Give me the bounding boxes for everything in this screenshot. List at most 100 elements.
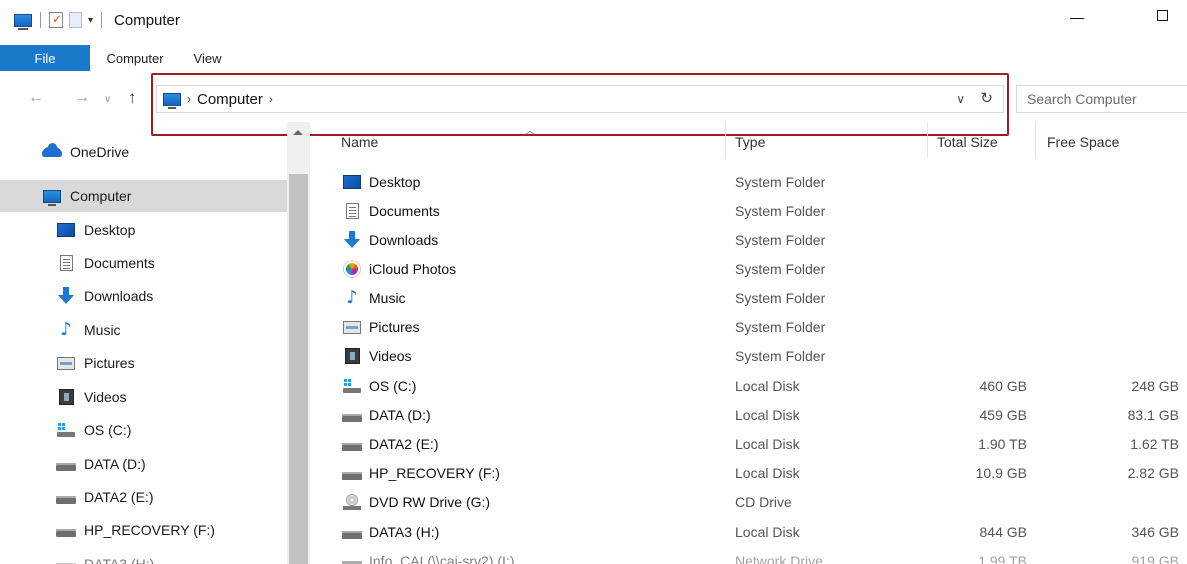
nav-item-label: Computer bbox=[70, 188, 132, 204]
nav-item-data2-e[interactable]: DATA2 (E:) bbox=[0, 481, 287, 513]
network-drive-icon bbox=[342, 552, 362, 564]
nav-item-label: Desktop bbox=[84, 222, 136, 238]
list-item[interactable]: Downloads System Folder bbox=[310, 226, 1187, 255]
list-item[interactable]: Desktop System Folder bbox=[310, 168, 1187, 197]
nav-pane-scrollbar[interactable] bbox=[287, 122, 310, 564]
column-header-total-size[interactable]: Total Size bbox=[937, 134, 998, 150]
drive-icon bbox=[342, 406, 362, 424]
search-input[interactable]: Search Computer bbox=[1016, 85, 1187, 113]
os-drive-icon bbox=[342, 377, 362, 395]
breadcrumb-chevron-icon[interactable]: › bbox=[269, 92, 273, 106]
column-divider[interactable] bbox=[1035, 122, 1036, 158]
column-divider[interactable] bbox=[927, 122, 928, 158]
drive-icon bbox=[342, 464, 362, 482]
nav-item-label: Videos bbox=[84, 389, 127, 405]
address-bar[interactable]: › Computer › ∨ ↻ bbox=[156, 85, 1004, 113]
item-free-space: 248 GB bbox=[1131, 378, 1179, 394]
breadcrumb-computer[interactable]: Computer bbox=[197, 91, 263, 108]
customize-toolbar-icon[interactable]: ▾ bbox=[88, 15, 93, 26]
quick-access-toolbar: ▾ Computer bbox=[0, 11, 180, 30]
list-item[interactable]: Documents System Folder bbox=[310, 197, 1187, 226]
list-item[interactable]: iCloud Photos System Folder bbox=[310, 255, 1187, 284]
videos-icon bbox=[56, 388, 76, 406]
desktop-icon bbox=[56, 221, 76, 239]
item-type: Local Disk bbox=[735, 465, 800, 481]
column-header-name[interactable]: Name bbox=[341, 134, 378, 150]
nav-item-videos[interactable]: Videos bbox=[0, 381, 287, 413]
window-title: Computer bbox=[114, 11, 180, 29]
list-item[interactable]: Info_CAL(\\cai-srv2) (I:) Network Drive … bbox=[310, 547, 1187, 564]
item-name: DATA2 (E:) bbox=[369, 436, 439, 452]
nav-item-desktop[interactable]: Desktop bbox=[0, 214, 287, 246]
tab-view[interactable]: View bbox=[180, 45, 235, 71]
item-type: System Folder bbox=[735, 261, 826, 277]
dvd-drive-icon bbox=[342, 493, 362, 511]
item-total-size: 459 GB bbox=[979, 407, 1027, 423]
drive-icon bbox=[56, 488, 76, 506]
list-item[interactable]: OS (C:) Local Disk 460 GB 248 GB bbox=[310, 372, 1187, 401]
nav-item-onedrive[interactable]: OneDrive bbox=[0, 136, 287, 168]
scrollbar-thumb[interactable] bbox=[289, 174, 308, 564]
list-item[interactable]: DVD RW Drive (G:) CD Drive bbox=[310, 488, 1187, 517]
item-type: Network Drive bbox=[735, 553, 823, 564]
up-arrow-icon[interactable]: ↑ bbox=[128, 89, 137, 106]
nav-item-documents[interactable]: Documents bbox=[0, 247, 287, 279]
nav-item-label: Music bbox=[84, 322, 121, 338]
list-item[interactable]: DATA (D:) Local Disk 459 GB 83.1 GB bbox=[310, 401, 1187, 430]
nav-item-os-c[interactable]: OS (C:) bbox=[0, 414, 287, 446]
list-item[interactable]: DATA2 (E:) Local Disk 1.90 TB 1.62 TB bbox=[310, 430, 1187, 459]
videos-icon bbox=[342, 347, 362, 365]
column-divider[interactable] bbox=[725, 122, 726, 158]
ribbon-tabs: File Computer View bbox=[0, 45, 1187, 71]
nav-item-label: OneDrive bbox=[70, 144, 130, 160]
item-free-space: 2.82 GB bbox=[1127, 465, 1179, 481]
item-type: System Folder bbox=[735, 319, 826, 335]
nav-item-music[interactable]: ♪ Music bbox=[0, 314, 287, 346]
item-name: iCloud Photos bbox=[369, 261, 457, 277]
item-type: Local Disk bbox=[735, 407, 800, 423]
new-folder-icon[interactable] bbox=[69, 12, 82, 28]
back-arrow-icon[interactable]: ← bbox=[28, 90, 44, 106]
list-item[interactable]: DATA3 (H:) Local Disk 844 GB 346 GB bbox=[310, 518, 1187, 547]
list-item[interactable]: HP_RECOVERY (F:) Local Disk 10.9 GB 2.82… bbox=[310, 459, 1187, 488]
music-icon: ♪ bbox=[346, 287, 358, 308]
recent-locations-chevron-icon[interactable]: ∨ bbox=[104, 92, 111, 108]
pictures-icon bbox=[56, 354, 76, 372]
scroll-up-icon[interactable] bbox=[293, 130, 303, 135]
item-type: System Folder bbox=[735, 203, 826, 219]
minimize-button[interactable] bbox=[1066, 8, 1088, 30]
item-total-size: 844 GB bbox=[979, 524, 1027, 540]
item-type: System Folder bbox=[735, 348, 826, 364]
downloads-icon bbox=[56, 286, 76, 305]
tab-file[interactable]: File bbox=[0, 45, 90, 71]
column-header-type[interactable]: Type bbox=[735, 134, 765, 150]
item-name: HP_RECOVERY (F:) bbox=[369, 465, 500, 481]
column-header-free-space[interactable]: Free Space bbox=[1047, 134, 1119, 150]
properties-icon[interactable] bbox=[49, 12, 63, 28]
nav-item-data3-h[interactable]: DATA3 (H:) bbox=[0, 548, 287, 564]
forward-arrow-icon[interactable]: → bbox=[74, 90, 90, 106]
maximize-button[interactable] bbox=[1157, 10, 1168, 21]
item-free-space: 1.62 TB bbox=[1130, 436, 1179, 452]
onedrive-icon bbox=[42, 143, 62, 161]
drive-icon bbox=[56, 521, 76, 539]
item-total-size: 10.9 GB bbox=[975, 465, 1027, 481]
nav-item-pictures[interactable]: Pictures bbox=[0, 347, 287, 379]
refresh-icon[interactable]: ↻ bbox=[980, 89, 993, 107]
list-item[interactable]: Videos System Folder bbox=[310, 342, 1187, 371]
nav-item-computer[interactable]: Computer bbox=[0, 180, 287, 212]
item-free-space: 346 GB bbox=[1131, 524, 1179, 540]
list-item[interactable]: Pictures System Folder bbox=[310, 313, 1187, 342]
address-dropdown-icon[interactable]: ∨ bbox=[956, 92, 965, 106]
nav-item-downloads[interactable]: Downloads bbox=[0, 280, 287, 312]
list-item[interactable]: ♪ Music System Folder bbox=[310, 284, 1187, 313]
item-type: System Folder bbox=[735, 174, 826, 190]
breadcrumb-chevron-icon[interactable]: › bbox=[187, 92, 191, 106]
icloud-photos-icon bbox=[342, 260, 362, 278]
nav-item-data-d[interactable]: DATA (D:) bbox=[0, 448, 287, 480]
nav-item-label: Documents bbox=[84, 255, 155, 271]
tab-computer[interactable]: Computer bbox=[90, 45, 180, 71]
item-name: Pictures bbox=[369, 319, 420, 335]
os-drive-icon bbox=[56, 421, 76, 439]
nav-item-hp-recovery-f[interactable]: HP_RECOVERY (F:) bbox=[0, 514, 287, 546]
